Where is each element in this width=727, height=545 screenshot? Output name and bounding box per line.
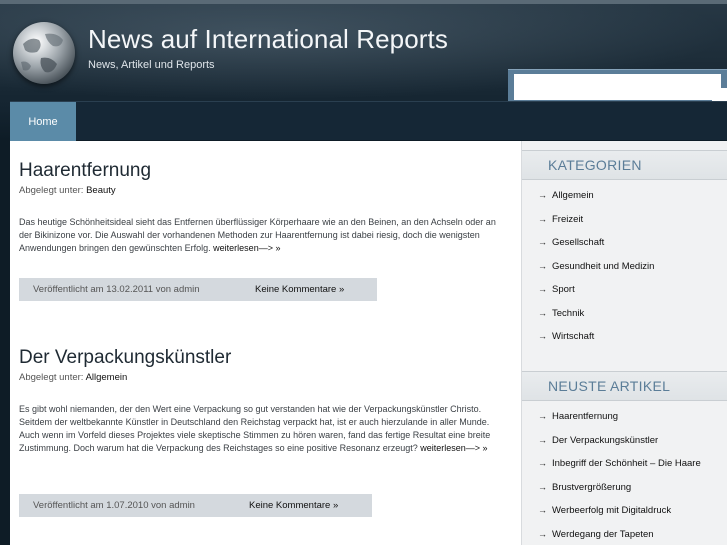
- post-category-link[interactable]: Beauty: [86, 185, 116, 196]
- sidebar: KATEGORIEN → Allgemein → Freizeit → Gesells…: [521, 141, 727, 545]
- arrow-right-icon: →: [538, 458, 547, 468]
- recent-post-item[interactable]: → Der Verpackungskünstler: [522, 429, 727, 453]
- recent-post-item[interactable]: → Inbegriff der Schönheit – Die Haare: [522, 452, 727, 476]
- category-item-label: Gesundheit und Medizin: [552, 260, 655, 272]
- post-published: Veröffentlicht am 13.02.2011 von admin: [33, 284, 200, 295]
- post-title[interactable]: Haarentfernung: [19, 160, 151, 182]
- arrow-right-icon: →: [538, 505, 547, 515]
- post-meta: Abgelegt unter: Allgemein: [19, 372, 127, 383]
- page: News auf International Reports News, Art…: [0, 0, 727, 545]
- recent-post-label: Der Verpackungskünstler: [552, 434, 659, 446]
- recent-post-label: Werdegang der Tapeten: [552, 528, 654, 540]
- category-item[interactable]: → Gesellschaft: [522, 231, 727, 255]
- recent-post-label: Haarentfernung: [552, 411, 619, 422]
- category-item-label: Gesellschaft: [552, 237, 605, 248]
- recent-posts-widget-title: NEUSTE ARTIKEL: [522, 371, 727, 401]
- category-item[interactable]: → Gesundheit und Medizin: [522, 255, 727, 279]
- recent-post-item[interactable]: → Werbeerfolg mit Digitaldruck: [522, 499, 727, 523]
- recent-post-item[interactable]: → Brustvergrößerung: [522, 476, 727, 500]
- arrow-right-icon: →: [538, 284, 547, 294]
- arrow-right-icon: →: [538, 481, 547, 492]
- categories-list: → Allgemein → Freizeit → Gesellschaft → Gesu…: [522, 184, 727, 349]
- category-item-label: Freizeit: [552, 213, 584, 225]
- post-comments-link[interactable]: Keine Kommentare »: [255, 284, 344, 295]
- search-box: [508, 69, 727, 101]
- site-tagline: News, Artikel und Reports: [88, 59, 215, 71]
- category-item-label: Technik: [552, 307, 585, 319]
- recent-post-label: Werbeerfolg mit Digitaldruck: [552, 505, 672, 516]
- category-item[interactable]: → Allgemein: [522, 184, 727, 208]
- globe-logo-icon[interactable]: [13, 22, 75, 84]
- arrow-right-icon: →: [538, 237, 547, 247]
- arrow-right-icon: →: [538, 434, 547, 445]
- recent-post-item[interactable]: → Haarentfernung: [522, 405, 727, 429]
- post-footer: Veröffentlicht am 13.02.2011 von admin K…: [19, 278, 377, 301]
- main-content: Haarentfernung Abgelegt unter: Beauty Da…: [10, 141, 521, 545]
- search-box-corner: [712, 88, 727, 101]
- read-more-link[interactable]: weiterlesen—> »: [420, 443, 487, 453]
- site-title[interactable]: News auf International Reports: [88, 24, 448, 55]
- filed-under-label: Abgelegt unter:: [19, 185, 84, 196]
- post-meta: Abgelegt unter: Beauty: [19, 185, 116, 196]
- post-comments-link[interactable]: Keine Kommentare »: [249, 500, 338, 511]
- post-excerpt: Es gibt wohl niemanden, der den Wert ein…: [19, 403, 509, 455]
- search-input[interactable]: [514, 74, 721, 100]
- category-item[interactable]: → Technik: [522, 302, 727, 326]
- post-published: Veröffentlicht am 1.07.2010 von admin: [33, 500, 195, 511]
- category-item[interactable]: → Freizeit: [522, 208, 727, 232]
- category-item[interactable]: → Sport: [522, 278, 727, 302]
- filed-under-label: Abgelegt unter:: [19, 372, 84, 383]
- arrow-right-icon: →: [538, 260, 547, 271]
- recent-post-item[interactable]: → Werdegang der Tapeten: [522, 523, 727, 545]
- post-title[interactable]: Der Verpackungskünstler: [19, 347, 231, 369]
- category-item[interactable]: → Wirtschaft: [522, 325, 727, 349]
- arrow-right-icon: →: [538, 213, 547, 224]
- category-item-label: Wirtschaft: [552, 331, 595, 342]
- arrow-right-icon: →: [538, 411, 547, 421]
- post-footer: Veröffentlicht am 1.07.2010 von admin Ke…: [19, 494, 372, 517]
- recent-post-label: Brustvergrößerung: [552, 481, 632, 493]
- arrow-right-icon: →: [538, 307, 547, 318]
- recent-posts-list: → Haarentfernung → Der Verpackungskünstler…: [522, 405, 727, 545]
- post-excerpt: Das heutige Schönheitsideal sieht das En…: [19, 216, 509, 255]
- read-more-link[interactable]: weiterlesen—> »: [213, 243, 280, 253]
- main-navigation: Home: [10, 101, 727, 141]
- arrow-right-icon: →: [538, 528, 547, 539]
- categories-widget-title: KATEGORIEN: [522, 150, 727, 180]
- category-item-label: Allgemein: [552, 190, 594, 201]
- nav-item-home[interactable]: Home: [10, 102, 76, 141]
- recent-post-label: Inbegriff der Schönheit – Die Haare: [552, 458, 701, 469]
- category-item-label: Sport: [552, 284, 575, 295]
- arrow-right-icon: →: [538, 331, 547, 341]
- post-category-link[interactable]: Allgemein: [86, 372, 128, 383]
- arrow-right-icon: →: [538, 190, 547, 200]
